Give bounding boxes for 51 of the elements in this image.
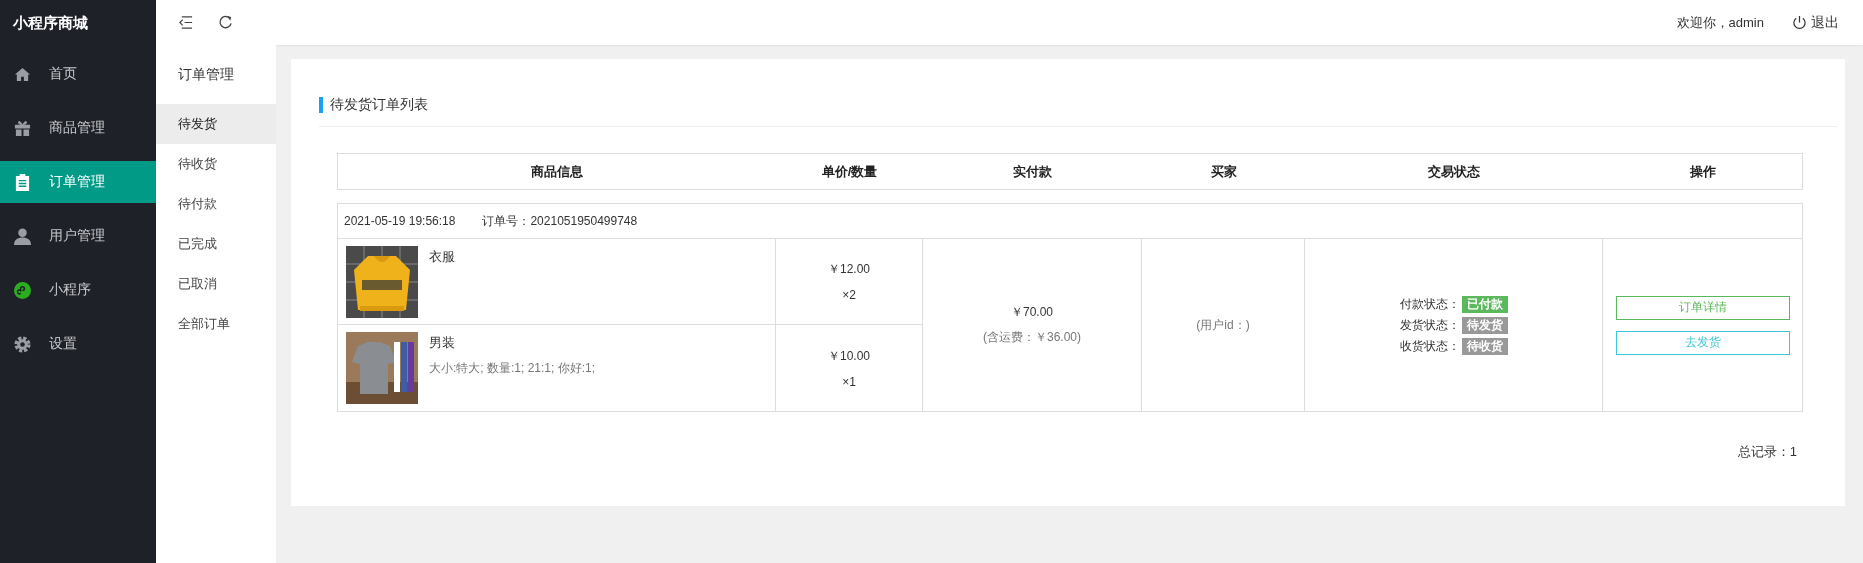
panel-title: 待发货订单列表 (330, 96, 428, 114)
nav-item[interactable]: 订单管理 (0, 161, 156, 203)
status-label: 付款状态： (1399, 295, 1460, 313)
unit-price: ￥10.00 (828, 347, 870, 365)
logout-button[interactable]: 退出 (1792, 13, 1839, 32)
menu-icon[interactable] (178, 15, 193, 30)
column-header: 买家 (1209, 162, 1238, 181)
nav-item[interactable]: 设置 (0, 323, 156, 365)
submenu-item[interactable]: 待付款 (156, 184, 276, 224)
shipping-fee: (含运费：￥36.00) (983, 329, 1081, 346)
submenu-item[interactable]: 已完成 (156, 224, 276, 264)
status-label: 收货状态： (1399, 337, 1460, 355)
status-tag: 待收货 (1461, 337, 1508, 355)
nav-item[interactable]: 商品管理 (0, 107, 156, 149)
product-specs: 大小:特大; 数量:1; 21:1; 你好:1; (429, 360, 596, 377)
product-name: 衣服 (429, 248, 455, 266)
column-header: 单价/数量 (820, 162, 879, 181)
refresh-icon[interactable] (218, 15, 233, 30)
order-time: 2021-05-19 19:56:18 (344, 214, 456, 228)
quantity: ×2 (842, 288, 856, 302)
mini-program-icon (14, 281, 31, 299)
column-header: 商品信息 (530, 162, 584, 181)
submenu-item[interactable]: 全部订单 (156, 304, 276, 344)
submenu-item[interactable]: 已取消 (156, 264, 276, 304)
order-number: 订单号：2021051950499748 (482, 212, 638, 230)
settings-icon (14, 335, 31, 353)
status-tag: 待发货 (1461, 316, 1508, 334)
nav-item[interactable]: 小程序 (0, 269, 156, 311)
home-icon (14, 65, 31, 83)
app-title: 小程序商城 (12, 13, 89, 33)
clipboard-icon (14, 173, 31, 191)
column-header: 实付款 (1012, 162, 1053, 181)
welcome-text: 欢迎你，admin (1676, 13, 1764, 32)
column-header: 操作 (1688, 162, 1717, 181)
unit-price: ￥12.00 (828, 261, 870, 278)
column-header: 交易状态 (1427, 162, 1481, 181)
submenu-item[interactable]: 待发货 (156, 104, 276, 144)
buyer-id: (用户id：) (1196, 316, 1250, 334)
gift-icon (14, 119, 31, 137)
quantity: ×1 (842, 374, 856, 389)
power-icon (1792, 15, 1807, 30)
status-label: 发货状态： (1399, 316, 1460, 334)
nav-item[interactable]: 用户管理 (0, 215, 156, 257)
total-records: 总记录：1 (1737, 443, 1797, 461)
product-name: 男装 (429, 334, 456, 352)
submenu-title: 订单管理 (177, 65, 235, 84)
nav-item[interactable]: 首页 (0, 53, 156, 95)
user-icon (14, 227, 31, 245)
paid-amount: ￥70.00 (1011, 304, 1053, 321)
status-tag: 已付款 (1461, 295, 1508, 313)
submenu-item[interactable]: 待收货 (156, 144, 276, 184)
